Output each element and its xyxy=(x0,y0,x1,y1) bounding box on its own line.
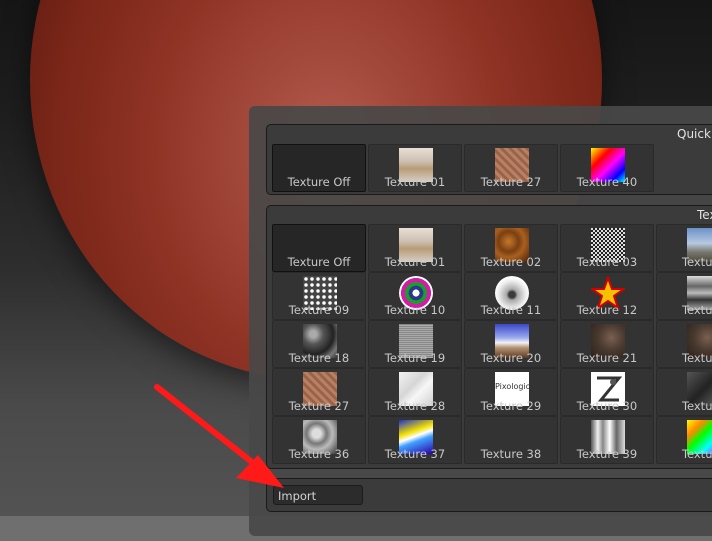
texture-cell[interactable]: Texture xyxy=(656,368,712,416)
texture-label: Texture 03 xyxy=(576,255,638,269)
texture-cell[interactable]: Texture 02 xyxy=(464,224,558,272)
texture-label: Texture 28 xyxy=(384,399,446,413)
texture-cell[interactable]: Pixologic Texture 29 xyxy=(464,368,558,416)
texture-label: Texture 21 xyxy=(576,351,638,365)
texture-cell[interactable]: Texture 10 xyxy=(368,272,462,320)
texture-cell[interactable]: Texture xyxy=(656,272,712,320)
texture-label: Texture 38 xyxy=(480,447,542,461)
texture-cell[interactable]: Texture 39 xyxy=(560,416,654,464)
texture-label: Texture 10 xyxy=(384,303,446,317)
texture-label: Texture 30 xyxy=(576,399,638,413)
texture-cell[interactable]: Texture xyxy=(656,224,712,272)
quick-pick-panel: Quick I Texture Off Texture 01 Texture 27 T… xyxy=(266,124,712,195)
texture-cell[interactable]: Texture 27 xyxy=(272,368,366,416)
import-bar: Import xyxy=(266,478,712,512)
texture-label: Texture 27 xyxy=(480,175,542,189)
texture-label: Texture 27 xyxy=(288,399,350,413)
texture-cell[interactable]: Texture 11 xyxy=(464,272,558,320)
arrow-shaft xyxy=(154,384,265,473)
texture-cell[interactable]: Texture 27 xyxy=(464,144,558,192)
texture-cell[interactable]: Texture 36 xyxy=(272,416,366,464)
texture-label: Texture 01 xyxy=(384,255,446,269)
texture-label: Texture 01 xyxy=(384,175,446,189)
texture-label: Texture 02 xyxy=(480,255,542,269)
texture-label: Texture xyxy=(681,447,712,461)
texture-label: Texture 11 xyxy=(480,303,542,317)
viewport-canvas[interactable]: Quick I Texture OffTexture 01Texture 27T… xyxy=(0,0,712,541)
quick-pick-title: Quick I xyxy=(677,127,712,141)
texture-label: Texture 37 xyxy=(384,447,446,461)
pixologic-logo-text: Pixologic xyxy=(495,382,531,391)
texture-cell[interactable]: Texture Off xyxy=(272,144,366,192)
texture-label: Texture 39 xyxy=(576,447,638,461)
texture-cell[interactable]: Texture 21 xyxy=(560,320,654,368)
texture-cell[interactable]: Texture 38 xyxy=(464,416,558,464)
texture-cell[interactable]: Texture 30 xyxy=(560,368,654,416)
texture-label: Texture 29 xyxy=(480,399,542,413)
texture-cell[interactable]: Texture 20 xyxy=(464,320,558,368)
texture-label: Texture 36 xyxy=(288,447,350,461)
texture-cell[interactable]: Texture 19 xyxy=(368,320,462,368)
texture-label: Texture 19 xyxy=(384,351,446,365)
texture-popup: Quick I Texture OffTexture 01Texture 27T… xyxy=(249,106,712,536)
texture-cell[interactable]: Texture 01 xyxy=(368,224,462,272)
texture-label: Texture 40 xyxy=(576,175,638,189)
texture-label: Texture 12 xyxy=(576,303,638,317)
texture-cell[interactable]: Texture xyxy=(656,416,712,464)
texture-cell[interactable]: Texture 37 xyxy=(368,416,462,464)
texture-label: Texture xyxy=(681,303,712,317)
texture-label: Texture xyxy=(681,399,712,413)
import-button[interactable]: Import xyxy=(273,485,363,505)
texture-label: Texture Off xyxy=(287,255,351,269)
texture-cell[interactable]: Texture 40 xyxy=(560,144,654,192)
texture-library-title: Textur xyxy=(697,208,712,222)
texture-library-panel: Textur Texture Off Texture 01 Texture 02 Te… xyxy=(266,205,712,469)
texture-cell[interactable]: Texture 03 xyxy=(560,224,654,272)
texture-cell[interactable]: Texture 12 xyxy=(560,272,654,320)
texture-label: Texture xyxy=(681,351,712,365)
texture-label: Texture Off xyxy=(287,175,351,189)
texture-cell[interactable]: Texture Off xyxy=(272,224,366,272)
texture-label: Texture xyxy=(681,255,712,269)
texture-cell[interactable]: Texture xyxy=(656,320,712,368)
texture-cell[interactable]: Texture 09 xyxy=(272,272,366,320)
texture-cell[interactable]: Texture 01 xyxy=(368,144,462,192)
texture-label: Texture 20 xyxy=(480,351,542,365)
texture-label: Texture 09 xyxy=(288,303,350,317)
texture-cell[interactable]: Texture 28 xyxy=(368,368,462,416)
texture-cell[interactable]: Texture 18 xyxy=(272,320,366,368)
texture-label: Texture 18 xyxy=(288,351,350,365)
